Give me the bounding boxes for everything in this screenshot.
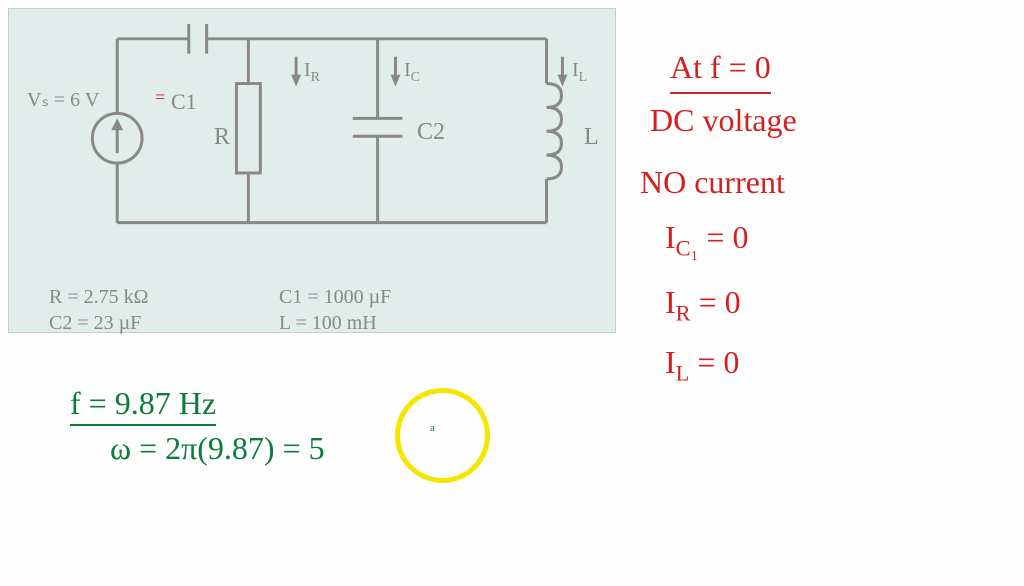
note-at-f0: At f = 0 xyxy=(670,45,771,94)
note-ir: IR = 0 xyxy=(665,280,741,329)
param-r: R = 2.75 kΩ xyxy=(49,284,148,310)
ir-label-text: I xyxy=(304,59,311,81)
note-ir-sub: R xyxy=(676,300,691,325)
c2-label: C2 xyxy=(417,119,445,146)
note-at-f0-text: At f = 0 xyxy=(670,45,771,94)
vs-label: Vₛ = 6 V xyxy=(27,87,99,112)
note-dc-voltage: DC voltage xyxy=(650,98,797,143)
note-ir-pre: I xyxy=(665,284,676,320)
note-no-current: NO current xyxy=(640,160,785,205)
il-label-sub: L xyxy=(579,70,588,85)
param-l: L = 100 mH xyxy=(279,310,391,336)
ic-label: IC xyxy=(404,59,420,86)
note-freq: f = 9.87 Hz xyxy=(70,385,216,426)
note-ic1-pre: I xyxy=(665,219,676,255)
il-label: IL xyxy=(572,59,587,86)
params-col2: C1 = 1000 µF L = 100 mH xyxy=(279,284,391,336)
note-il-pre: I xyxy=(665,344,676,380)
highlight-circle xyxy=(395,388,490,483)
note-il-post: = 0 xyxy=(689,344,739,380)
circuit-diagram-panel: Vₛ = 6 V C1 = IR IC IL R C2 L R = 2.75 k… xyxy=(8,8,616,333)
note-ic1-sub: C₁ xyxy=(676,235,699,260)
ir-label: IR xyxy=(304,59,320,86)
note-omega: ω = 2π(9.87) = 5 xyxy=(110,430,325,467)
l-label: L xyxy=(584,124,599,151)
params-col1: R = 2.75 kΩ C2 = 23 µF xyxy=(49,284,148,336)
ic-label-sub: C xyxy=(411,70,420,85)
note-il: IL = 0 xyxy=(665,340,739,389)
note-ic1: IC₁ = 0 xyxy=(665,215,748,264)
c1-label: C1 xyxy=(171,89,197,115)
ic-label-text: I xyxy=(404,59,411,81)
il-label-text: I xyxy=(572,59,579,81)
param-c2: C2 = 23 µF xyxy=(49,310,148,336)
c1-annotation: = xyxy=(155,87,165,108)
note-il-sub: L xyxy=(676,360,690,385)
r-label: R xyxy=(214,124,230,151)
note-ir-post: = 0 xyxy=(691,284,741,320)
param-c1: C1 = 1000 µF xyxy=(279,284,391,310)
note-freq-text: f = 9.87 Hz xyxy=(70,385,216,426)
ir-label-sub: R xyxy=(311,70,320,85)
note-ic1-post: = 0 xyxy=(698,219,748,255)
